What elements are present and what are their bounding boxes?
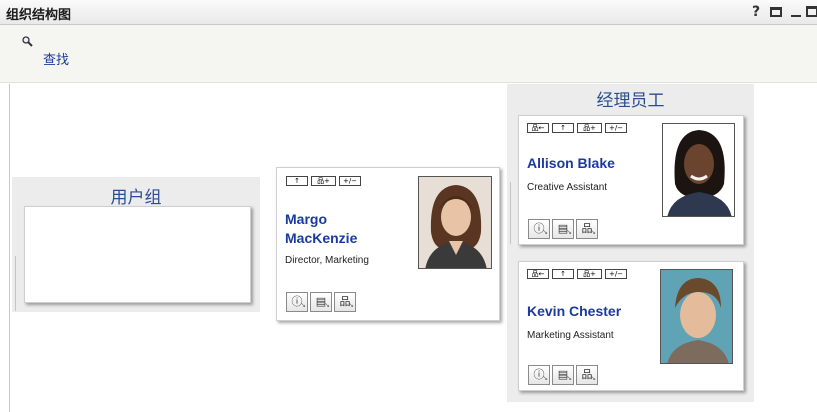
- manager-buttons: ⓘ ▤ 品: [286, 292, 356, 314]
- message-button[interactable]: ▤: [552, 365, 574, 387]
- org-button[interactable]: 品: [576, 365, 598, 387]
- connector-line: [510, 182, 511, 244]
- expand-org-button[interactable]: 品+: [577, 269, 602, 279]
- magnifier-icon[interactable]: [22, 36, 33, 47]
- user-groups-title: 用户组: [110, 188, 162, 208]
- manager-job-title: Director, Marketing: [285, 255, 369, 266]
- search-bar: 查找: [0, 25, 817, 83]
- employee-actions: 品← ↑ 品+ +/−: [527, 123, 627, 133]
- toggle-button[interactable]: +/−: [339, 176, 361, 186]
- search-link[interactable]: 查找: [43, 49, 69, 68]
- employee-name[interactable]: Allison Blake: [527, 154, 615, 173]
- manager-card: ↑ 品+ +/− Margo MacKenzie Director, Marke…: [276, 167, 500, 321]
- printer-icon[interactable]: [770, 7, 782, 17]
- employee-job-title: Marketing Assistant: [527, 330, 614, 341]
- expand-org-button[interactable]: 品+: [311, 176, 336, 186]
- org-button[interactable]: 品: [576, 219, 598, 241]
- minimize-icon[interactable]: [791, 15, 801, 17]
- manager-photo: [418, 176, 492, 269]
- info-button[interactable]: ⓘ: [528, 219, 550, 241]
- window-title: 组织结构图: [6, 8, 72, 23]
- go-up-button[interactable]: ↑: [286, 176, 308, 186]
- employee-card: 品← ↑ 品+ +/− Allison Blake Creative Assis…: [518, 115, 744, 245]
- info-button[interactable]: ⓘ: [528, 365, 550, 387]
- message-button[interactable]: ▤: [310, 292, 332, 314]
- go-up-button[interactable]: ↑: [552, 269, 574, 279]
- employee-photo: [662, 123, 735, 217]
- manager-name[interactable]: Margo MacKenzie: [285, 210, 357, 248]
- manager-first-name: Margo: [285, 211, 327, 227]
- go-up-button[interactable]: ↑: [552, 123, 574, 133]
- message-button[interactable]: ▤: [552, 219, 574, 241]
- employee-buttons: ⓘ ▤ 品: [528, 219, 598, 241]
- direct-reports-title: 经理员工: [596, 91, 665, 111]
- employee-card: 品← ↑ 品+ +/− Kevin Chester Marketing Assi…: [518, 261, 744, 391]
- manager-last-name: MacKenzie: [285, 230, 358, 246]
- expand-org-button[interactable]: 品+: [577, 123, 602, 133]
- info-button[interactable]: ⓘ: [286, 292, 308, 314]
- employee-name[interactable]: Kevin Chester: [527, 302, 621, 321]
- go-back-button[interactable]: 品←: [527, 269, 549, 279]
- org-button[interactable]: 品: [334, 292, 356, 314]
- connector-line: [15, 256, 16, 311]
- user-groups-list: [24, 206, 251, 303]
- go-back-button[interactable]: 品←: [527, 123, 549, 133]
- title-bar: 组织结构图 ?: [0, 0, 817, 25]
- employee-job-title: Creative Assistant: [527, 182, 608, 193]
- employee-buttons: ⓘ ▤ 品: [528, 365, 598, 387]
- manager-actions: ↑ 品+ +/−: [286, 176, 361, 186]
- help-button[interactable]: ?: [748, 2, 764, 22]
- maximize-icon[interactable]: [806, 6, 817, 17]
- toggle-button[interactable]: +/−: [605, 123, 627, 133]
- employee-actions: 品← ↑ 品+ +/−: [527, 269, 627, 279]
- toggle-button[interactable]: +/−: [605, 269, 627, 279]
- employee-photo: [660, 269, 733, 364]
